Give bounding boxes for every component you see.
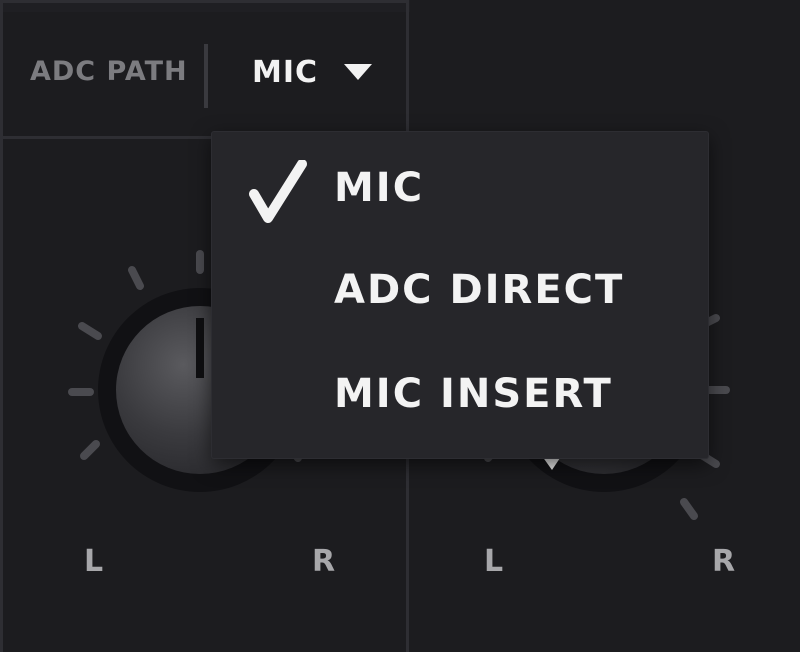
menu-item-mic[interactable]: MIC <box>212 138 708 238</box>
adc-path-select[interactable]: MIC <box>252 50 373 94</box>
menu-item-label: MIC INSERT <box>334 371 613 417</box>
pan-right-label: R <box>712 544 736 579</box>
adc-path-panel: ADC PATH MIC L R L R MIC ADC DIRECT MIC … <box>0 0 800 652</box>
left-divider <box>0 0 3 652</box>
adc-path-label: ADC PATH <box>30 56 188 87</box>
pan-right-label: R <box>312 544 336 579</box>
menu-item-label: ADC DIRECT <box>334 267 625 313</box>
pan-left-label: L <box>84 544 104 579</box>
checkmark-icon <box>248 159 308 228</box>
label-separator <box>204 44 208 108</box>
menu-item-label: MIC <box>334 165 425 211</box>
menu-item-mic-insert[interactable]: MIC INSERT <box>212 344 708 444</box>
menu-item-adc-direct[interactable]: ADC DIRECT <box>212 240 708 340</box>
adc-path-selected-value: MIC <box>252 54 319 90</box>
pan-left-label: L <box>484 544 504 579</box>
top-divider <box>0 0 408 3</box>
caret-down-icon[interactable] <box>344 64 373 80</box>
adc-path-dropdown-menu: MIC ADC DIRECT MIC INSERT <box>212 132 708 458</box>
